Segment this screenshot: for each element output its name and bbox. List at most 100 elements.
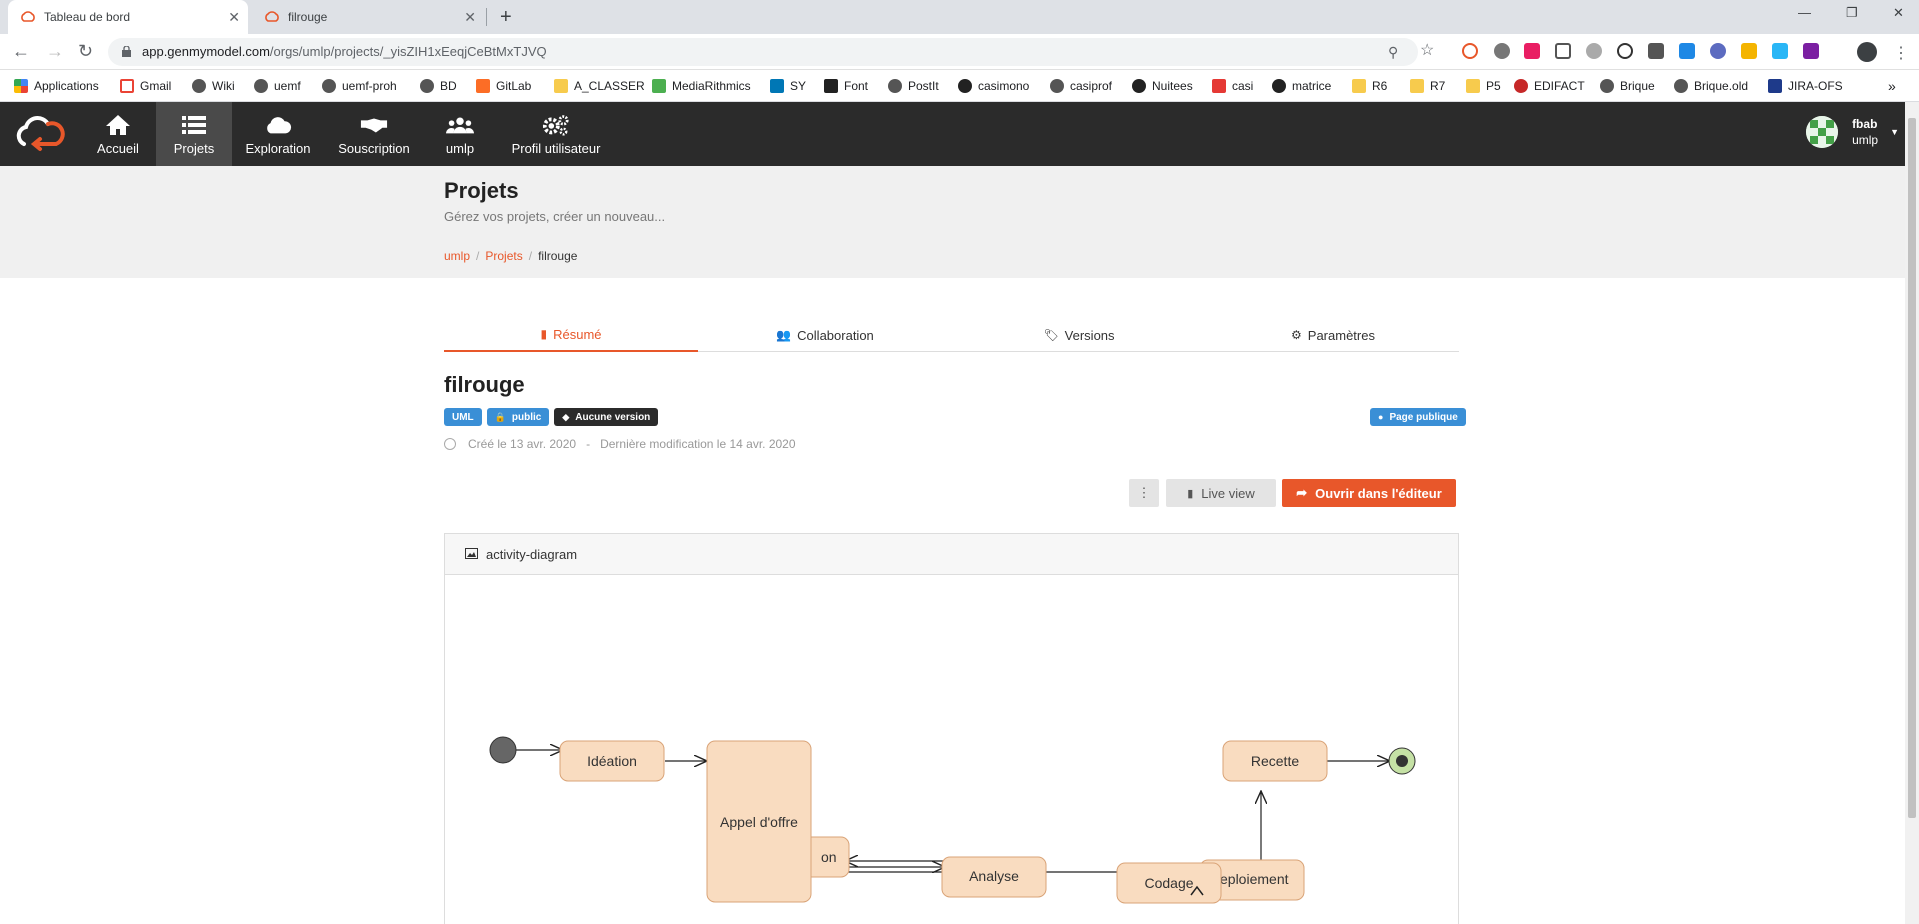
action-label: Idéation (587, 753, 637, 769)
gitlab-icon (476, 79, 490, 93)
linkedin-icon (770, 79, 784, 93)
restore-icon[interactable]: ❐ (1846, 5, 1858, 21)
user-name: fbab (1852, 117, 1878, 131)
bookmark-a-classer[interactable]: A_CLASSER (554, 78, 645, 94)
close-icon[interactable]: ✕ (464, 9, 476, 26)
zoom-icon[interactable]: ⚲ (1388, 44, 1398, 61)
extension-icon[interactable] (1524, 43, 1540, 59)
bookmark-p5[interactable]: P5 (1466, 78, 1501, 94)
tab-resume[interactable]: ▮ Résumé (444, 318, 698, 352)
bookmark-r6[interactable]: R6 (1352, 78, 1387, 94)
address-bar[interactable]: app.genmymodel.com/orgs/umlp/projects/_y… (108, 38, 1418, 66)
bookmark-bd[interactable]: BD (420, 78, 457, 94)
casi-icon (1212, 79, 1226, 93)
close-icon[interactable]: ✕ (228, 9, 240, 26)
minimize-icon[interactable]: — (1798, 5, 1811, 20)
extension-icon[interactable] (1679, 43, 1695, 59)
reload-icon[interactable]: ↻ (78, 41, 93, 62)
kebab-icon: ⋮ (1137, 485, 1151, 500)
extension-icon[interactable] (1617, 43, 1633, 59)
bookmark-brique[interactable]: Brique (1600, 78, 1655, 94)
browser-tab-strip: Tableau de bord ✕ filrouge ✕ + — ❐ ✕ (0, 0, 1919, 34)
image-icon (465, 547, 478, 562)
bookmark-r7[interactable]: R7 (1410, 78, 1445, 94)
bookmark-sy[interactable]: SY (770, 78, 806, 94)
window-close-icon[interactable]: ✕ (1893, 5, 1904, 21)
back-arrow-icon[interactable]: ← (12, 41, 30, 62)
new-tab-plus-icon[interactable]: + (500, 6, 512, 29)
chrome-menu-icon[interactable]: ⋮ (1893, 43, 1909, 63)
public-page-button[interactable]: ● Page publique (1370, 408, 1466, 426)
live-view-button[interactable]: ▮ Live view (1166, 479, 1276, 507)
more-bookmarks-icon[interactable]: » (1888, 78, 1896, 94)
nav-souscription[interactable]: Souscription (334, 102, 414, 166)
nav-accueil[interactable]: Accueil (86, 102, 150, 166)
created-date: Créé le 13 avr. 2020 (468, 437, 577, 451)
bookmark-brique-old[interactable]: Brique.old (1674, 78, 1748, 94)
user-menu[interactable]: fbab umlp ▼ (1806, 116, 1899, 148)
bookmark-star-icon[interactable]: ☆ (1420, 40, 1434, 60)
bookmark-font[interactable]: Font (824, 78, 868, 94)
folder-icon (1352, 79, 1366, 93)
extension-icon[interactable] (1772, 43, 1788, 59)
user-org: umlp (1852, 133, 1879, 147)
home-icon (104, 113, 132, 137)
tab-collaboration[interactable]: 👥 Collaboration (698, 318, 952, 352)
chrome-profile-avatar[interactable] (1857, 42, 1877, 62)
bookmark-nuitees[interactable]: Nuitees (1132, 78, 1193, 94)
open-editor-button[interactable]: ➦ Ouvrir dans l'éditeur (1282, 479, 1456, 507)
tab-versions[interactable]: 🏷 Versions (952, 318, 1206, 352)
extension-icon[interactable] (1555, 43, 1571, 59)
project-tabs: ▮ Résumé 👥 Collaboration 🏷 Versions ⚙ Paramè… (444, 318, 1459, 352)
bookmark-wiki[interactable]: Wiki (192, 78, 235, 94)
genmymodel-logo[interactable] (14, 114, 66, 154)
project-dates: Créé le 13 avr. 2020 - Dernière modifica… (444, 437, 796, 451)
diagram-panel-header: activity-diagram (445, 534, 1458, 575)
bookmark-gitlab[interactable]: GitLab (476, 78, 531, 94)
nav-umlp[interactable]: umlp (438, 102, 482, 166)
globe-icon (1674, 79, 1688, 93)
nav-exploration[interactable]: Exploration (240, 102, 316, 166)
bookmark-casi[interactable]: casi (1212, 78, 1253, 94)
bookmark-postit[interactable]: PostIt (888, 78, 939, 94)
browser-tab-title: Tableau de bord (44, 10, 131, 24)
browser-tab-tableau-de-bord[interactable]: Tableau de bord ✕ (8, 0, 248, 34)
breadcrumb-link-projets[interactable]: Projets (485, 249, 522, 263)
globe-icon: ● (1378, 412, 1384, 422)
bookmark-casimono[interactable]: casimono (958, 78, 1029, 94)
bookmark-mediarithmics[interactable]: MediaRithmics (652, 78, 751, 94)
nav-profil-utilisateur[interactable]: Profil utilisateur (506, 102, 606, 166)
tab-divider (486, 8, 487, 26)
bookmark-applications[interactable]: Applications (14, 78, 99, 94)
extension-icon[interactable] (1462, 43, 1478, 59)
scrollbar-thumb[interactable] (1908, 118, 1916, 818)
tab-parametres[interactable]: ⚙ Paramètres (1206, 318, 1460, 352)
breadcrumb-link-umlp[interactable]: umlp (444, 249, 470, 263)
page-scrollbar[interactable] (1905, 102, 1919, 924)
bookmark-gmail[interactable]: Gmail (120, 78, 171, 94)
avatar (1806, 116, 1839, 148)
extension-icon[interactable] (1586, 43, 1602, 59)
diagram-panel: activity-diagram Idéation on Appel d'off… (444, 533, 1459, 924)
extension-icon[interactable] (1494, 43, 1510, 59)
bookmark-matrice[interactable]: matrice (1272, 78, 1331, 94)
activity-diagram[interactable]: Idéation on Appel d'offre Analyse eploie… (445, 575, 1458, 924)
gears-icon (542, 113, 570, 137)
breadcrumb: umlp / Projets / filrouge (444, 249, 578, 263)
forward-arrow-icon[interactable]: → (46, 41, 64, 62)
bookmark-casiprof[interactable]: casiprof (1050, 78, 1112, 94)
cloud-icon (264, 113, 292, 137)
action-label: on (821, 849, 837, 865)
extension-icon[interactable] (1803, 43, 1819, 59)
extension-icon[interactable] (1710, 43, 1726, 59)
more-options-button[interactable]: ⋮ (1129, 479, 1159, 507)
bookmark-uemf[interactable]: uemf (254, 78, 301, 94)
browser-tab-filrouge[interactable]: filrouge ✕ (252, 0, 484, 34)
bookmark-jira-ofs[interactable]: JIRA-OFS (1768, 78, 1843, 94)
bookmark-uemf-proh[interactable]: uemf-proh (322, 78, 397, 94)
nav-projets[interactable]: Projets (156, 102, 232, 166)
bookmark-edifact[interactable]: EDIFACT (1514, 78, 1585, 94)
folder-icon (1466, 79, 1480, 93)
extension-icon[interactable] (1648, 43, 1664, 59)
extension-icon[interactable] (1741, 43, 1757, 59)
